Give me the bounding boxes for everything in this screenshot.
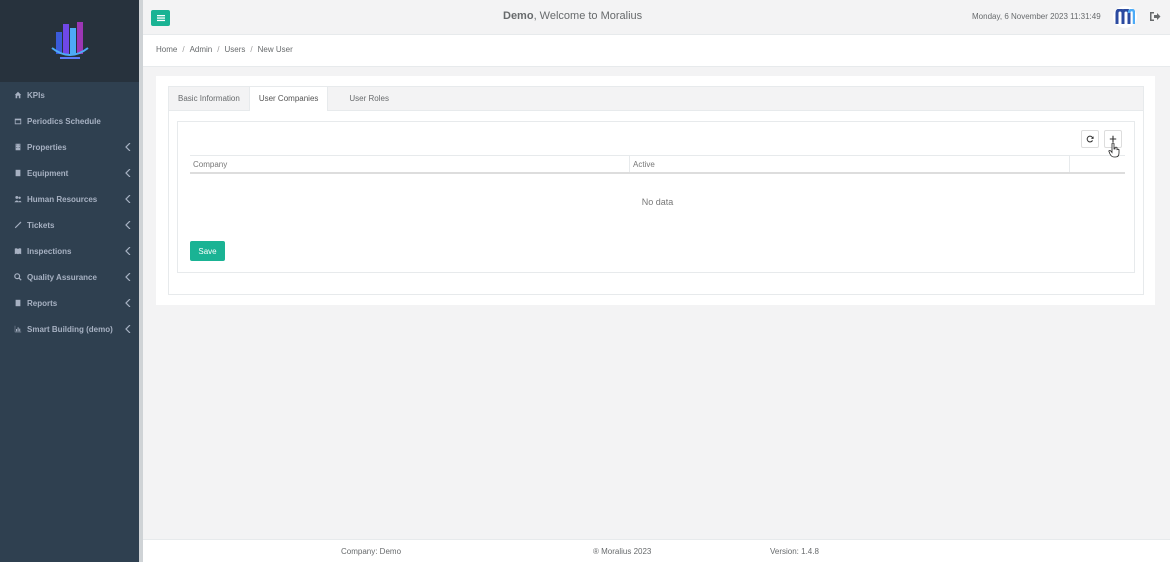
- breadcrumb-separator: /: [217, 45, 220, 54]
- current-datetime: Monday, 6 November 2023 11:31:49: [972, 12, 1101, 21]
- sidebar-item-tickets[interactable]: Tickets: [0, 212, 139, 238]
- sidebar-item-reports[interactable]: Reports: [0, 290, 139, 316]
- breadcrumb-separator: /: [182, 45, 185, 54]
- chevron-left-icon: [125, 220, 131, 230]
- column-header-actions: [1070, 156, 1125, 172]
- chevron-left-icon: [125, 324, 131, 334]
- sidebar-item-label: Equipment: [27, 168, 69, 178]
- welcome-message: Demo, Welcome to Moralius: [503, 10, 642, 22]
- magic-icon: [14, 221, 22, 229]
- sidebar-item-label: Human Resources: [27, 194, 98, 204]
- book-open-icon: [14, 248, 22, 255]
- column-header-active[interactable]: Active: [630, 156, 1070, 172]
- save-button[interactable]: Save: [190, 241, 225, 261]
- main-panel: Basic Information User Companies User Ro…: [156, 76, 1155, 305]
- welcome-text: , Welcome to Moralius: [533, 10, 643, 22]
- grid-header: Company Active: [190, 155, 1125, 174]
- sidebar-item-inspections[interactable]: Inspections: [0, 238, 139, 264]
- hand-cursor-icon: [1108, 142, 1120, 158]
- home-icon: [14, 91, 22, 99]
- chevron-left-icon: [125, 272, 131, 282]
- empty-grid-message: No data: [641, 197, 674, 207]
- sidebar-item-label: Smart Building (demo): [27, 324, 113, 334]
- footer-version: Version: 1.4.8: [770, 547, 819, 556]
- tab-user-roles[interactable]: User Roles: [340, 87, 398, 110]
- search-icon: [14, 273, 22, 281]
- breadcrumb-separator: /: [250, 45, 253, 54]
- company-name: Demo: [503, 10, 534, 22]
- sidebar-item-smart-building[interactable]: Smart Building (demo): [0, 316, 139, 342]
- sidebar-item-equipment[interactable]: Equipment: [0, 160, 139, 186]
- breadcrumb-current: New User: [257, 45, 293, 54]
- refresh-button[interactable]: [1081, 130, 1099, 148]
- moralius-logo-icon: [1115, 9, 1135, 24]
- chevron-left-icon: [125, 168, 131, 178]
- breadcrumb-bar: Home / Admin / Users / New User: [143, 35, 1170, 67]
- tab-container: Basic Information User Companies User Ro…: [168, 86, 1144, 295]
- sidebar-item-label: Properties: [27, 142, 67, 152]
- chevron-left-icon: [125, 298, 131, 308]
- brand-avatar[interactable]: [1113, 6, 1137, 28]
- footer-copyright: ® Moralius 2023: [593, 547, 652, 556]
- building-icon: [15, 143, 21, 151]
- book-icon: [15, 169, 21, 177]
- chevron-left-icon: [125, 246, 131, 256]
- app-logo: [51, 22, 89, 59]
- sidebar-item-label: KPIs: [27, 90, 45, 100]
- sidebar: KPIs Periodics Schedule Properties Equip…: [0, 0, 139, 562]
- sidebar-item-label: Inspections: [27, 246, 72, 256]
- footer-company: Company: Demo: [341, 547, 402, 556]
- sidebar-item-kpis[interactable]: KPIs: [0, 82, 139, 108]
- book-icon: [15, 299, 21, 307]
- breadcrumb-admin[interactable]: Admin: [190, 45, 213, 54]
- sidebar-item-label: Tickets: [27, 220, 55, 230]
- hamburger-icon: [156, 15, 165, 22]
- sidebar-item-human-resources[interactable]: Human Resources: [0, 186, 139, 212]
- users-icon: [14, 195, 22, 203]
- refresh-icon: [1086, 135, 1094, 143]
- breadcrumb-users[interactable]: Users: [225, 45, 246, 54]
- tab-user-companies[interactable]: User Companies: [248, 87, 329, 111]
- companies-grid: Company Active No data: [190, 155, 1125, 207]
- chevron-left-icon: [125, 194, 131, 204]
- user-companies-panel: Company Active No data Save: [177, 121, 1135, 273]
- chart-icon: [14, 325, 22, 333]
- sidebar-item-periodics-schedule[interactable]: Periodics Schedule: [0, 108, 139, 134]
- logout-icon[interactable]: [1149, 11, 1161, 22]
- sidebar-item-label: Quality Assurance: [27, 272, 97, 282]
- column-header-company[interactable]: Company: [190, 156, 630, 172]
- sidebar-divider: [139, 0, 143, 562]
- tab-bar: Basic Information User Companies User Ro…: [169, 87, 1143, 111]
- sidebar-item-label: Reports: [27, 298, 58, 308]
- sidebar-item-label: Periodics Schedule: [27, 116, 101, 126]
- sidebar-nav: KPIs Periodics Schedule Properties Equip…: [0, 82, 139, 342]
- breadcrumb-home[interactable]: Home: [156, 45, 177, 54]
- sidebar-item-quality-assurance[interactable]: Quality Assurance: [0, 264, 139, 290]
- tab-basic-information[interactable]: Basic Information: [169, 87, 249, 110]
- menu-toggle-button[interactable]: [151, 10, 170, 26]
- logo-area: [0, 0, 139, 82]
- top-bar: Demo, Welcome to Moralius Monday, 6 Nove…: [143, 0, 1170, 35]
- calendar-icon: [14, 118, 22, 125]
- chevron-left-icon: [125, 142, 131, 152]
- breadcrumb: Home / Admin / Users / New User: [156, 45, 293, 54]
- footer: Company: Demo ® Moralius 2023 Version: 1…: [143, 539, 1170, 562]
- sidebar-item-properties[interactable]: Properties: [0, 134, 139, 160]
